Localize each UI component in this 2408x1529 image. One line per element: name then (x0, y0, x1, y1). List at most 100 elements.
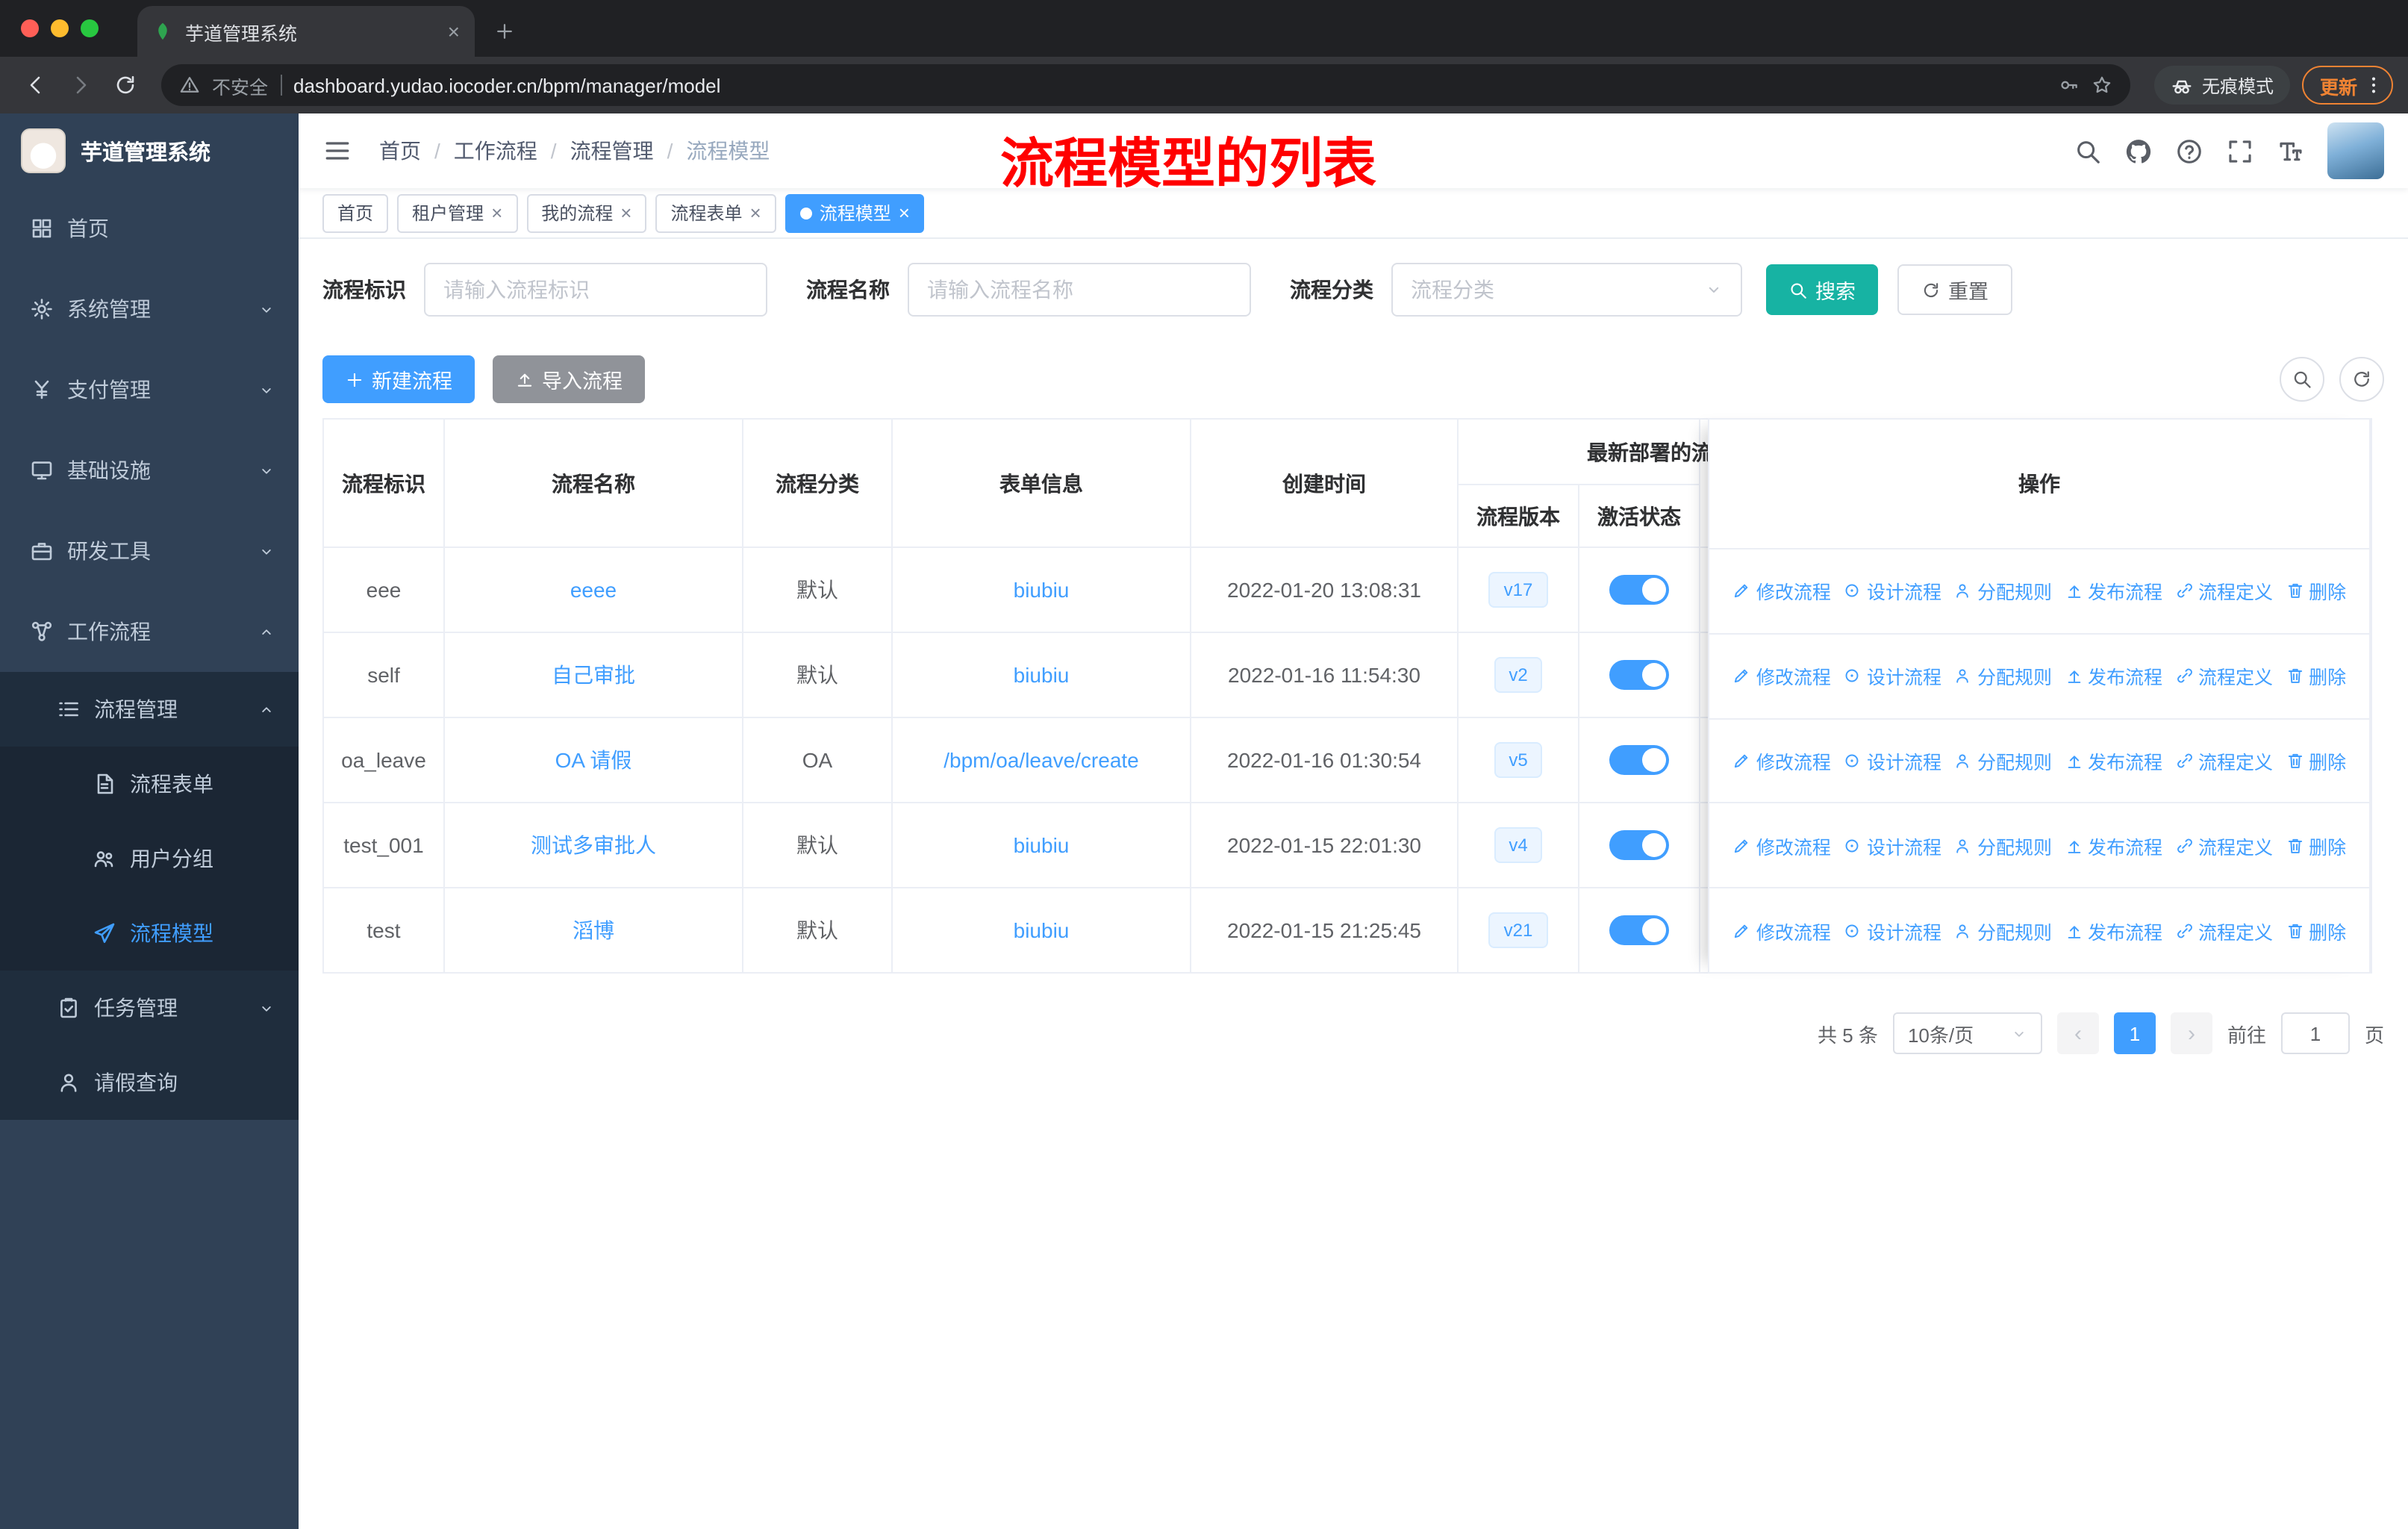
window-close-button[interactable] (21, 19, 39, 37)
tag-item[interactable]: 租户管理 × (397, 193, 518, 232)
process-name-input[interactable] (908, 263, 1251, 317)
sidebar-item-process-management[interactable]: 流程管理 (0, 672, 299, 747)
edit-action-link[interactable]: 修改流程 (1732, 832, 1831, 860)
form-info-link[interactable]: biubiu (1014, 918, 1070, 942)
search-button[interactable]: 搜索 (1766, 264, 1878, 315)
edit-action-link[interactable]: 修改流程 (1732, 577, 1831, 605)
breadcrumb-workflow[interactable]: 工作流程 (454, 136, 537, 166)
design-action-link[interactable]: 设计流程 (1843, 832, 1941, 860)
sidebar-item-leave-query[interactable]: 请假查询 (0, 1045, 299, 1120)
process-name-link[interactable]: 测试多审批人 (531, 833, 656, 857)
sidebar-item-workflow[interactable]: 工作流程 (0, 591, 299, 672)
sidebar-item-payment[interactable]: 支付管理 (0, 349, 299, 430)
help-icon[interactable] (2175, 137, 2203, 165)
tag-close-icon[interactable]: × (899, 203, 910, 222)
browser-tab[interactable]: 芋道管理系统 × (137, 6, 475, 57)
publish-action-link[interactable]: 发布流程 (2064, 916, 2162, 944)
tag-item[interactable]: 流程表单 × (655, 193, 776, 232)
design-action-link[interactable]: 设计流程 (1843, 661, 1941, 690)
prev-page-button[interactable]: ‹ (2056, 1012, 2099, 1054)
delete-action-link[interactable]: 删除 (2285, 832, 2346, 860)
assign-action-link[interactable]: 分配规则 (1953, 661, 2052, 690)
active-toggle[interactable] (1609, 575, 1669, 605)
edit-action-link[interactable]: 修改流程 (1732, 661, 1831, 690)
active-toggle[interactable] (1609, 830, 1669, 860)
new-tab-button[interactable] (484, 10, 525, 52)
window-minimize-button[interactable] (51, 19, 69, 37)
active-toggle[interactable] (1609, 915, 1669, 945)
publish-action-link[interactable]: 发布流程 (2064, 832, 2162, 860)
tag-item[interactable]: 首页 (322, 193, 389, 232)
publish-action-link[interactable]: 发布流程 (2064, 577, 2162, 605)
design-action-link[interactable]: 设计流程 (1843, 916, 1941, 944)
forward-button[interactable] (60, 64, 102, 106)
delete-action-link[interactable]: 删除 (2285, 661, 2346, 690)
fullscreen-icon[interactable] (2226, 137, 2254, 165)
edit-action-link[interactable]: 修改流程 (1732, 916, 1831, 944)
definition-action-link[interactable]: 流程定义 (2174, 661, 2273, 690)
key-icon[interactable] (2059, 75, 2080, 96)
active-toggle[interactable] (1609, 660, 1669, 690)
github-icon[interactable] (2124, 137, 2153, 165)
definition-action-link[interactable]: 流程定义 (2174, 916, 2273, 944)
definition-action-link[interactable]: 流程定义 (2174, 832, 2273, 860)
delete-action-link[interactable]: 删除 (2285, 747, 2346, 775)
toggle-search-button[interactable] (2280, 357, 2324, 402)
search-icon[interactable] (2074, 137, 2102, 165)
assign-action-link[interactable]: 分配规则 (1953, 832, 2052, 860)
back-button[interactable] (15, 64, 57, 106)
process-name-link[interactable]: OA 请假 (555, 748, 632, 772)
font-size-icon[interactable] (2277, 137, 2305, 165)
process-name-link[interactable]: 自己审批 (552, 663, 635, 687)
sidebar-item-infrastructure[interactable]: 基础设施 (0, 430, 299, 511)
current-page-button[interactable]: 1 (2113, 1012, 2156, 1054)
active-toggle[interactable] (1609, 745, 1669, 775)
tag-close-icon[interactable]: × (750, 203, 761, 222)
form-info-link[interactable]: biubiu (1014, 833, 1070, 857)
delete-action-link[interactable]: 删除 (2285, 577, 2346, 605)
form-info-link[interactable]: /bpm/oa/leave/create (943, 748, 1139, 772)
sidebar-item-process-model[interactable]: 流程模型 (0, 896, 299, 971)
publish-action-link[interactable]: 发布流程 (2064, 661, 2162, 690)
kebab-menu-icon[interactable] (2363, 75, 2384, 96)
reset-button[interactable]: 重置 (1897, 264, 2012, 315)
window-zoom-button[interactable] (81, 19, 99, 37)
update-button[interactable]: 更新 (2301, 66, 2393, 105)
tag-item[interactable]: 我的流程 × (526, 193, 647, 232)
design-action-link[interactable]: 设计流程 (1843, 577, 1941, 605)
menu-fold-icon[interactable] (322, 136, 352, 166)
delete-action-link[interactable]: 删除 (2285, 916, 2346, 944)
process-name-link[interactable]: eeee (570, 578, 617, 602)
tag-active[interactable]: 流程模型 × (785, 193, 925, 232)
process-key-input[interactable] (424, 263, 767, 317)
tag-close-icon[interactable]: × (620, 203, 631, 222)
create-process-button[interactable]: 新建流程 (322, 355, 475, 403)
sidebar-item-process-form[interactable]: 流程表单 (0, 747, 299, 821)
process-name-link[interactable]: 滔博 (573, 918, 614, 942)
sidebar-item-user-group[interactable]: 用户分组 (0, 821, 299, 896)
design-action-link[interactable]: 设计流程 (1843, 747, 1941, 775)
goto-page-input[interactable] (2280, 1012, 2350, 1054)
sidebar-item-devtools[interactable]: 研发工具 (0, 511, 299, 591)
user-avatar[interactable] (2327, 122, 2384, 179)
refresh-table-button[interactable] (2339, 357, 2384, 402)
address-bar[interactable]: 不安全 dashboard.yudao.iocoder.cn/bpm/manag… (161, 64, 2130, 106)
breadcrumb-process-management[interactable]: 流程管理 (570, 136, 654, 166)
publish-action-link[interactable]: 发布流程 (2064, 747, 2162, 775)
page-size-select[interactable]: 10条/页 (1892, 1012, 2042, 1054)
sidebar-item-home[interactable]: 首页 (0, 188, 299, 269)
star-icon[interactable] (2092, 75, 2112, 96)
tag-close-icon[interactable]: × (491, 203, 502, 222)
definition-action-link[interactable]: 流程定义 (2174, 747, 2273, 775)
assign-action-link[interactable]: 分配规则 (1953, 916, 2052, 944)
breadcrumb-home[interactable]: 首页 (379, 136, 421, 166)
reload-button[interactable] (105, 64, 146, 106)
form-info-link[interactable]: biubiu (1014, 663, 1070, 687)
form-info-link[interactable]: biubiu (1014, 578, 1070, 602)
next-page-button[interactable]: › (2170, 1012, 2212, 1054)
import-process-button[interactable]: 导入流程 (493, 355, 645, 403)
edit-action-link[interactable]: 修改流程 (1732, 747, 1831, 775)
assign-action-link[interactable]: 分配规则 (1953, 747, 2052, 775)
definition-action-link[interactable]: 流程定义 (2174, 577, 2273, 605)
sidebar-item-task-management[interactable]: 任务管理 (0, 971, 299, 1045)
